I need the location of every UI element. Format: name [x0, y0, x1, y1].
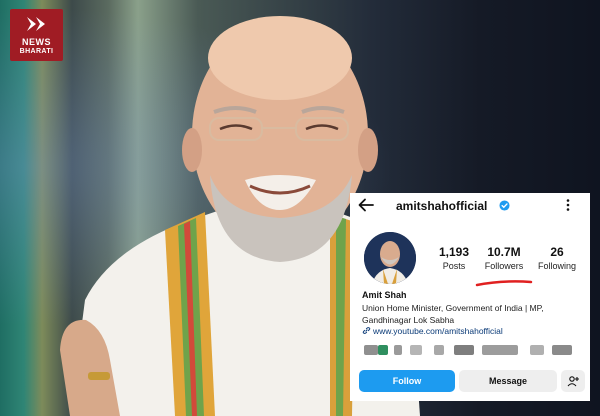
- profile-name: Amit Shah: [362, 290, 407, 300]
- profile-username: amitshahofficial: [396, 199, 488, 213]
- add-user-icon: [567, 376, 579, 387]
- stat-following-label: Following: [537, 261, 577, 271]
- blurred-highlight: [378, 345, 388, 355]
- stat-followers[interactable]: 10.7M Followers: [474, 245, 534, 273]
- blurred-highlight: [364, 345, 378, 355]
- blurred-highlight: [410, 345, 422, 355]
- profile-link[interactable]: www.youtube.com/amitshahofficial: [362, 326, 503, 336]
- suggest-people-button[interactable]: [561, 370, 585, 392]
- logo-mark-icon: [27, 17, 45, 31]
- follow-button[interactable]: Follow: [359, 370, 455, 392]
- profile-header: amitshahofficial: [350, 193, 590, 219]
- blurred-highlight: [530, 345, 544, 355]
- logo-text-bharati: BHARATI: [19, 48, 54, 55]
- profile-bio: Union Home Minister, Government of India…: [362, 303, 544, 325]
- instagram-profile-card: amitshahofficial 1,193 Posts 10.7M Follo…: [350, 193, 590, 401]
- link-icon: [362, 327, 371, 334]
- stat-followers-value: 10.7M: [487, 245, 521, 259]
- blurred-highlight: [434, 345, 444, 355]
- blurred-highlight: [552, 345, 572, 355]
- verified-badge-icon: [499, 200, 510, 211]
- red-annotation-underline: [475, 280, 533, 287]
- photo-scene: NEWS BHARATI amitshahofficial 1,193 Post…: [0, 0, 600, 416]
- blurred-highlight: [454, 345, 474, 355]
- logo-text-news: NEWS: [22, 37, 51, 47]
- blurred-highlight: [482, 345, 518, 355]
- blurred-highlight: [394, 345, 402, 355]
- more-options-icon[interactable]: [564, 198, 572, 212]
- stat-following[interactable]: 26 Following: [527, 245, 587, 273]
- back-arrow-icon[interactable]: [358, 198, 374, 212]
- stat-following-value: 26: [550, 245, 564, 259]
- news-bharati-logo: NEWS BHARATI: [10, 9, 63, 61]
- avatar-image: [364, 232, 416, 284]
- highlights-row-blurred: [364, 345, 576, 357]
- message-button[interactable]: Message: [459, 370, 557, 392]
- stat-followers-label: Followers: [484, 261, 524, 271]
- profile-avatar[interactable]: [364, 232, 416, 284]
- profile-link-text: www.youtube.com/amitshahofficial: [373, 326, 503, 336]
